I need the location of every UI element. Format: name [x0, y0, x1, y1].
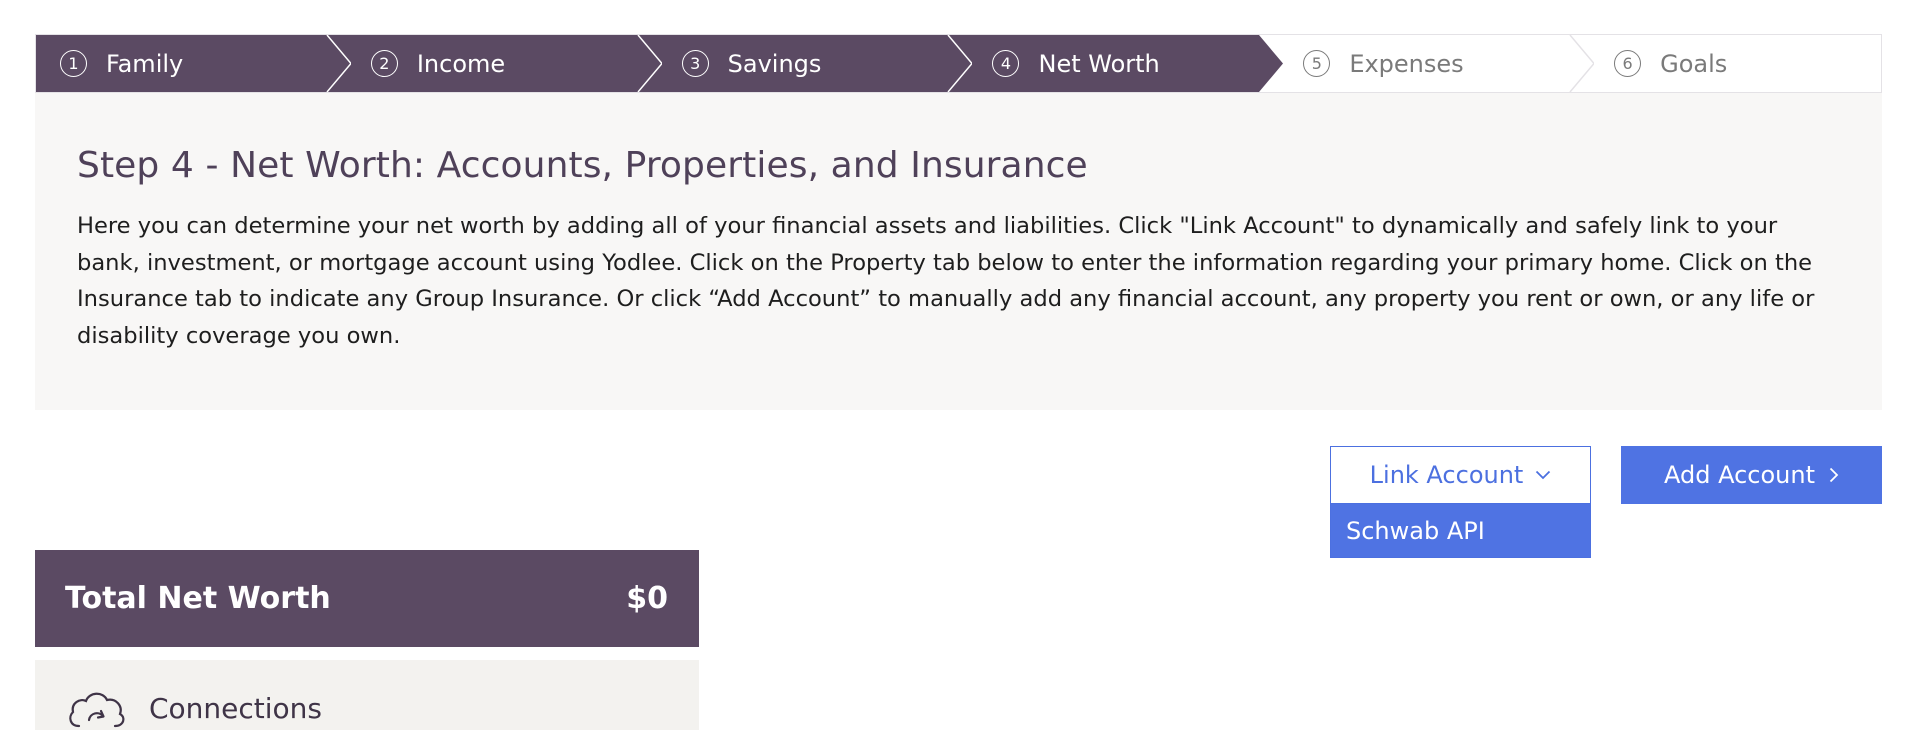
connections-label: Connections [149, 692, 323, 725]
progress-stepper: 1 Family 2 Income 3 Savings 4 Net Worth … [35, 34, 1882, 93]
step-label: Savings [727, 49, 822, 78]
cloud-sync-icon [69, 692, 125, 728]
step-number-badge: 4 [992, 50, 1020, 77]
step-label: Family [106, 49, 184, 78]
step-number-badge: 1 [60, 50, 87, 77]
step-label: Net Worth [1038, 49, 1160, 78]
step-label: Goals [1660, 49, 1728, 78]
total-net-worth-value: $0 [626, 581, 668, 616]
step-net-worth[interactable]: 4 Net Worth [948, 35, 1284, 92]
step-income[interactable]: 2 Income [326, 35, 662, 92]
step-family[interactable]: 1 Family [36, 35, 351, 92]
step-goals[interactable]: 6 Goals [1570, 35, 1881, 92]
step-number-badge: 5 [1303, 50, 1331, 77]
intro-panel: Step 4 - Net Worth: Accounts, Properties… [35, 93, 1882, 410]
link-account-dropdown: Schwab API [1330, 504, 1591, 558]
total-net-worth-label: Total Net Worth [65, 581, 331, 616]
add-account-label: Add Account [1664, 461, 1815, 489]
connections-section[interactable]: Connections [35, 660, 699, 730]
step-label: Expenses [1349, 49, 1464, 78]
step-number-badge: 3 [681, 50, 709, 77]
chevron-right-icon [1829, 467, 1839, 483]
add-account-button[interactable]: Add Account [1621, 446, 1882, 504]
step-label: Income [416, 49, 506, 78]
page-title: Step 4 - Net Worth: Accounts, Properties… [77, 145, 1088, 186]
link-account-label: Link Account [1369, 461, 1524, 489]
dropdown-item-schwab-api[interactable]: Schwab API [1331, 504, 1590, 557]
total-net-worth-card: Total Net Worth $0 [35, 550, 699, 647]
step-expenses[interactable]: 5 Expenses [1259, 35, 1595, 92]
step-number-badge: 2 [370, 50, 398, 77]
step-number-badge: 6 [1614, 50, 1642, 77]
chevron-down-icon [1536, 470, 1551, 480]
step-savings[interactable]: 3 Savings [637, 35, 973, 92]
link-account-button[interactable]: Link Account [1330, 446, 1591, 504]
intro-description: Here you can determine your net worth by… [77, 213, 1815, 349]
